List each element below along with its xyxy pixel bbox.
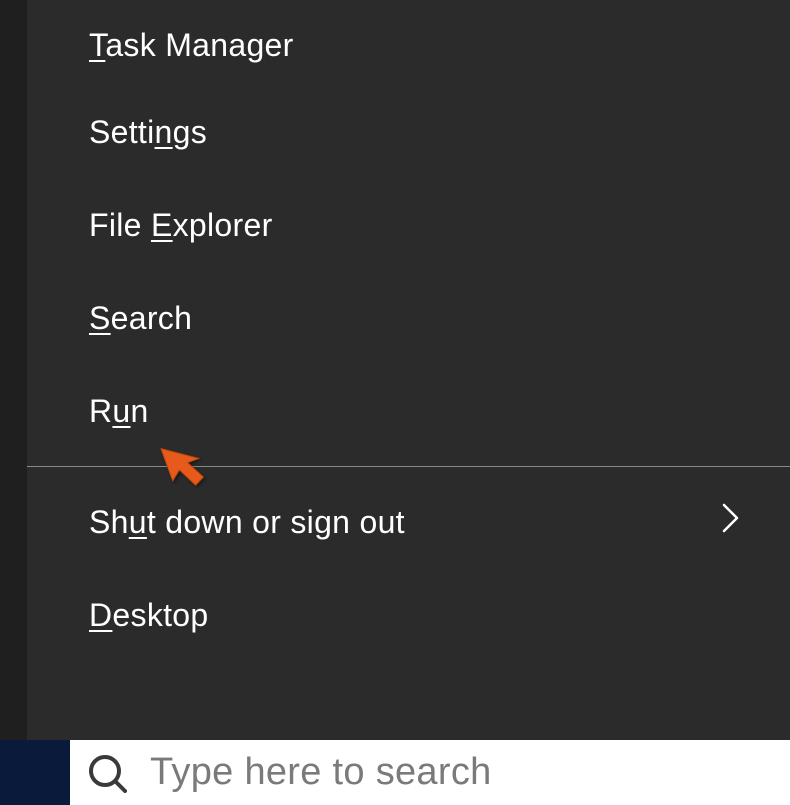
search-placeholder-text: Type here to search bbox=[132, 751, 492, 794]
menu-item-shutdown-signout[interactable]: Shut down or sign out bbox=[27, 475, 790, 569]
menu-divider bbox=[27, 466, 790, 467]
menu-item-file-explorer[interactable]: File Explorer bbox=[27, 179, 790, 272]
chevron-right-icon bbox=[722, 503, 770, 541]
menu-item-desktop[interactable]: Desktop bbox=[27, 569, 790, 662]
menu-item-label: Shut down or sign out bbox=[89, 504, 405, 541]
search-icon bbox=[82, 748, 132, 798]
menu-item-settings[interactable]: Settings bbox=[27, 86, 790, 179]
menu-item-label: Search bbox=[89, 300, 192, 337]
start-button[interactable] bbox=[0, 740, 70, 805]
menu-item-search[interactable]: Search bbox=[27, 272, 790, 365]
taskbar-search-box[interactable]: Type here to search bbox=[70, 740, 790, 805]
taskbar: Type here to search bbox=[0, 740, 790, 805]
menu-item-label: Run bbox=[89, 393, 149, 430]
menu-item-task-manager[interactable]: Task Manager bbox=[27, 5, 790, 86]
menu-item-label: Desktop bbox=[89, 597, 209, 634]
menu-item-label: Task Manager bbox=[89, 27, 294, 64]
menu-item-label: Settings bbox=[89, 114, 207, 151]
menu-item-label: File Explorer bbox=[89, 207, 273, 244]
menu-item-run[interactable]: Run bbox=[27, 365, 790, 458]
winx-context-menu: Task Manager Settings File Explorer Sear… bbox=[27, 0, 790, 740]
